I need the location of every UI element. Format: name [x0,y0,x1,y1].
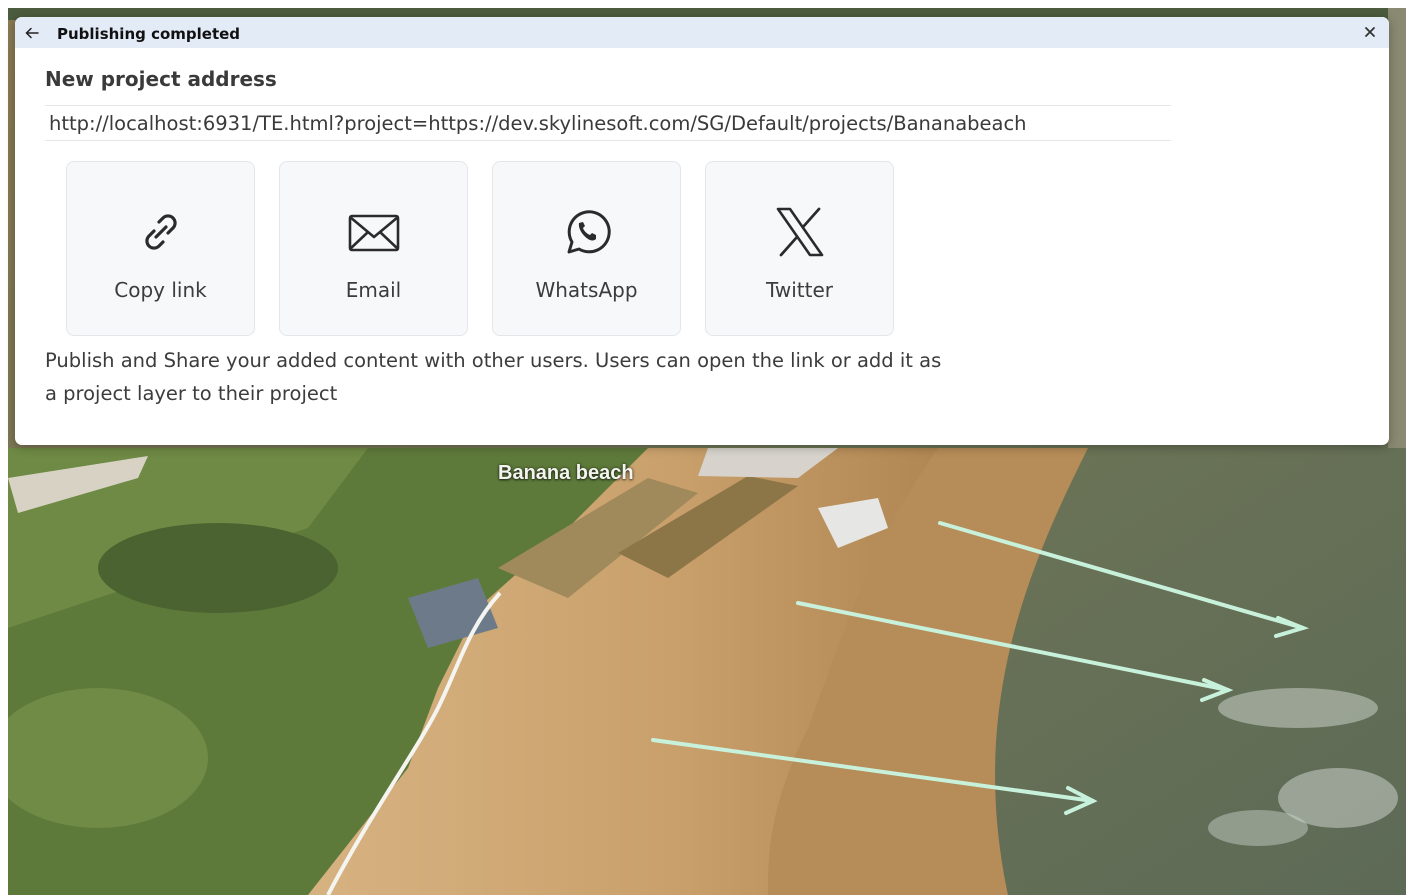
link-icon [144,214,177,250]
copy-link-button[interactable]: Copy link [66,161,255,336]
publish-description: Publish and Share your added content wit… [45,349,942,405]
whatsapp-button[interactable]: WhatsApp [492,161,681,336]
map-place-label[interactable]: Banana beach [498,462,634,485]
envelope-icon [348,214,399,252]
section-title: New project address [45,67,277,91]
whatsapp-icon [567,210,611,254]
arrow-left-icon[interactable] [23,24,41,42]
twitter-button[interactable]: Twitter [705,161,894,336]
copy-link-label: Copy link [114,278,207,302]
email-label: Email [345,278,402,302]
twitter-label: Twitter [765,278,834,302]
project-url-field[interactable] [45,105,1171,141]
close-icon[interactable] [1363,25,1377,39]
email-button[interactable]: Email [279,161,468,336]
share-options: Copy link Email WhatsApp Twitter [66,161,894,336]
dialog-title: Publishing completed [57,25,241,43]
publish-dialog: Publishing completed New project address… [15,17,1389,445]
whatsapp-label: WhatsApp [535,278,638,302]
x-logo-icon [776,207,823,257]
dialog-titlebar: Publishing completed [15,17,1389,48]
